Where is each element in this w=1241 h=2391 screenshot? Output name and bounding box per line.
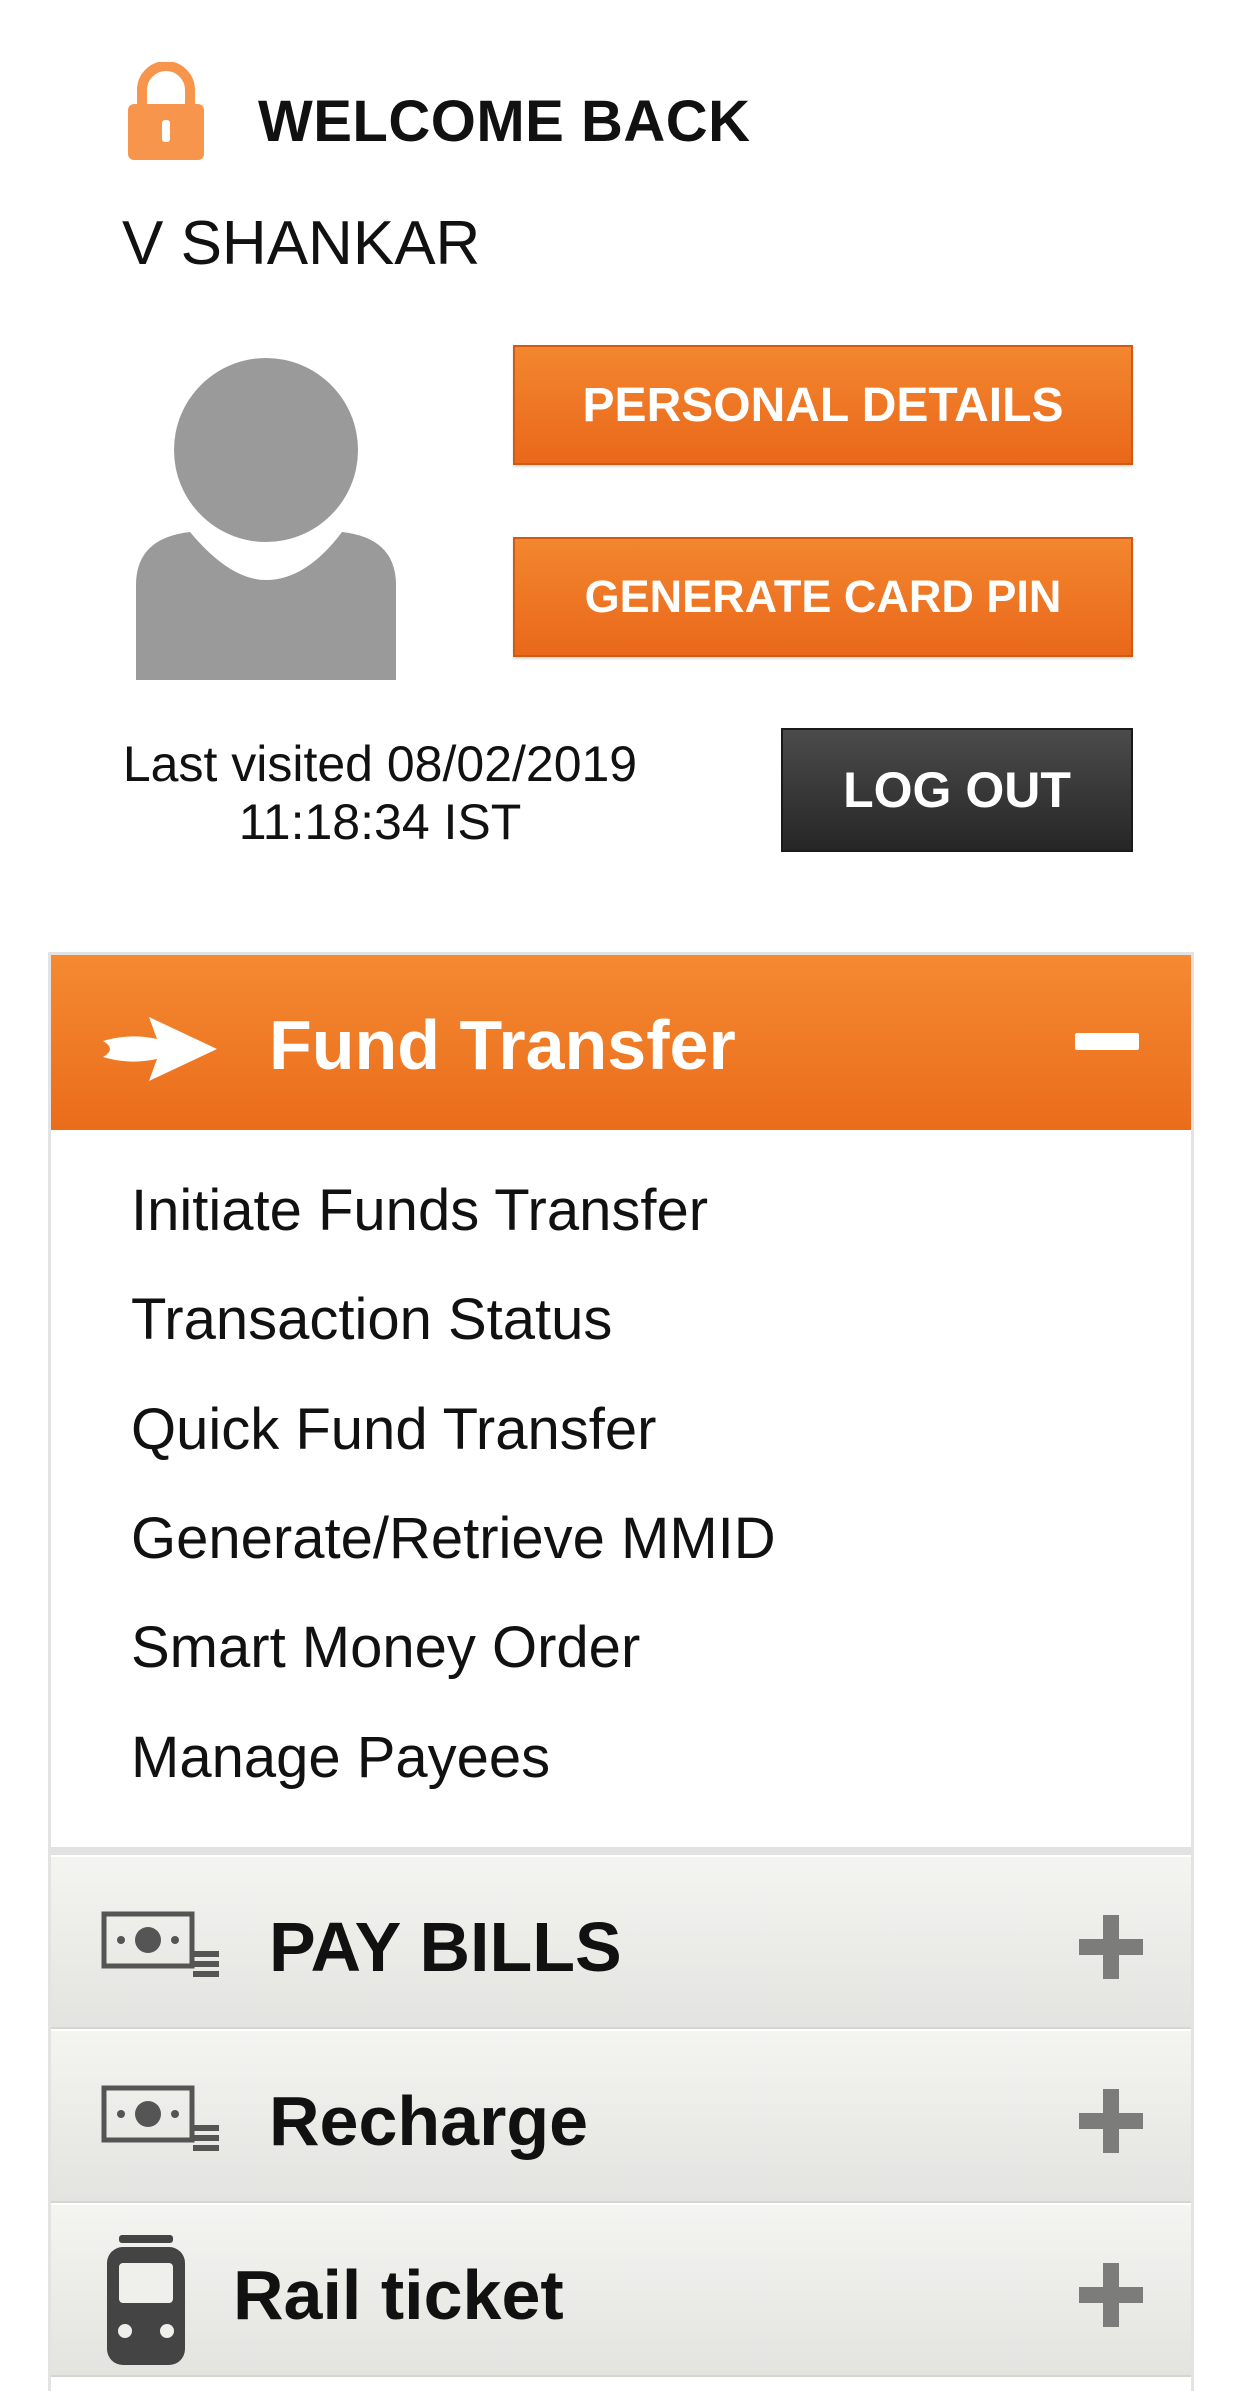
expand-plus-icon[interactable] bbox=[1079, 2089, 1143, 2153]
menu-item-initiate-funds-transfer[interactable]: Initiate Funds Transfer bbox=[131, 1177, 708, 1244]
personal-details-button[interactable]: PERSONAL DETAILS bbox=[513, 345, 1133, 465]
menu-item-generate-retrieve-mmid[interactable]: Generate/Retrieve MMID bbox=[131, 1505, 776, 1572]
collapse-minus-icon[interactable] bbox=[1075, 1033, 1139, 1050]
expand-plus-icon[interactable] bbox=[1079, 2263, 1143, 2327]
recharge-header[interactable]: Recharge bbox=[51, 2029, 1191, 2203]
recharge-title: Recharge bbox=[269, 2082, 589, 2160]
rail-ticket-header[interactable]: Rail ticket bbox=[51, 2203, 1191, 2377]
fund-transfer-title: Fund Transfer bbox=[269, 1006, 736, 1084]
logout-button[interactable]: LOG OUT bbox=[781, 728, 1133, 852]
menu-item-transaction-status[interactable]: Transaction Status bbox=[131, 1286, 612, 1353]
pay-bills-title: PAY BILLS bbox=[269, 1908, 622, 1986]
fund-transfer-header[interactable]: Fund Transfer bbox=[51, 955, 1191, 1130]
lock-icon bbox=[128, 62, 204, 160]
generate-card-pin-button[interactable]: GENERATE CARD PIN bbox=[513, 537, 1133, 657]
fund-transfer-list: Initiate Funds Transfer Transaction Stat… bbox=[51, 1130, 1191, 1855]
last-visited-date: Last visited 08/02/2019 bbox=[122, 736, 638, 792]
rail-ticket-title: Rail ticket bbox=[233, 2256, 564, 2334]
user-name: V SHANKAR bbox=[122, 209, 481, 278]
last-visited-info: Last visited 08/02/2019 11:18:34 IST bbox=[100, 735, 660, 851]
pay-bills-header[interactable]: PAY BILLS bbox=[51, 1855, 1191, 2029]
menu-item-manage-payees[interactable]: Manage Payees bbox=[131, 1724, 550, 1791]
train-icon bbox=[107, 2235, 185, 2365]
menu-item-quick-fund-transfer[interactable]: Quick Fund Transfer bbox=[131, 1396, 656, 1463]
services-menu: Fund Transfer Initiate Funds Transfer Tr… bbox=[48, 952, 1194, 2391]
money-bill-icon bbox=[101, 2085, 219, 2151]
money-bill-icon bbox=[101, 1911, 219, 1977]
expand-plus-icon[interactable] bbox=[1079, 1915, 1143, 1979]
avatar bbox=[136, 358, 396, 680]
menu-item-smart-money-order[interactable]: Smart Money Order bbox=[131, 1614, 640, 1681]
welcome-heading: WELCOME BACK bbox=[258, 89, 751, 154]
last-visited-time: 11:18:34 IST bbox=[238, 794, 522, 850]
arrow-right-icon bbox=[103, 1017, 217, 1081]
